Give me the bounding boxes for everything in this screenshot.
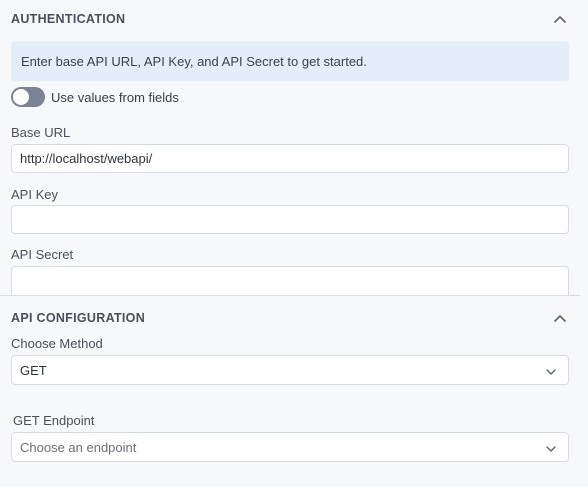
auth-info-message: Enter base API URL, API Key, and API Sec… xyxy=(11,41,569,81)
base-url-value: http://localhost/webapi/ xyxy=(20,151,153,166)
use-values-toggle-label: Use values from fields xyxy=(51,89,179,105)
base-url-label: Base URL xyxy=(11,125,71,140)
section-divider xyxy=(0,295,580,296)
method-select-value: GET xyxy=(20,362,47,378)
api-key-input[interactable] xyxy=(11,205,569,234)
toggle-knob xyxy=(13,89,29,105)
api-configuration-section-header[interactable]: API CONFIGURATION xyxy=(0,300,588,336)
api-key-label: API Key xyxy=(11,187,58,202)
chevron-down-icon xyxy=(546,440,556,455)
endpoint-select[interactable]: Choose an endpoint xyxy=(11,432,569,462)
chevron-up-icon[interactable] xyxy=(552,11,568,27)
api-configuration-title: API CONFIGURATION xyxy=(11,311,146,325)
get-endpoint-label: GET Endpoint xyxy=(13,413,95,428)
chevron-up-icon[interactable] xyxy=(552,310,568,326)
chevron-down-icon xyxy=(546,363,556,378)
api-secret-input[interactable] xyxy=(11,266,569,295)
authentication-section-header[interactable]: AUTHENTICATION xyxy=(0,1,588,37)
use-values-toggle[interactable] xyxy=(11,87,45,107)
auth-info-text: Enter base API URL, API Key, and API Sec… xyxy=(21,53,367,69)
use-values-toggle-row[interactable]: Use values from fields xyxy=(11,86,179,108)
method-select[interactable]: GET xyxy=(11,355,569,385)
authentication-title: AUTHENTICATION xyxy=(11,12,126,26)
base-url-input[interactable]: http://localhost/webapi/ xyxy=(11,144,569,173)
choose-method-label: Choose Method xyxy=(11,336,103,351)
api-secret-label: API Secret xyxy=(11,247,74,262)
endpoint-select-placeholder: Choose an endpoint xyxy=(20,439,137,455)
